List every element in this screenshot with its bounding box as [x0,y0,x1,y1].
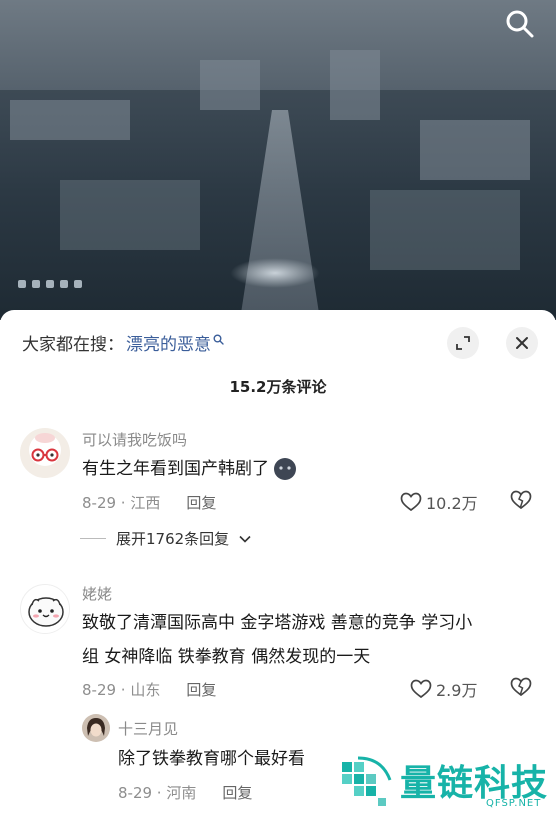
expand-replies[interactable]: 展开1762条回复 [80,528,251,549]
comment-meta: 8-29 · 江西 回复 [82,492,216,513]
heart-icon [400,492,422,512]
dislike-button[interactable] [510,677,532,701]
comment-date-location: 8-29 · 江西 [82,494,161,512]
divider-line [80,538,106,539]
reply-button[interactable]: 回复 [186,679,216,700]
video-building [10,100,130,140]
video-road [240,110,320,320]
expand-button[interactable] [447,327,479,359]
close-icon [516,337,528,349]
emoji-icon [274,458,296,480]
comment-sheet: 大家都在搜： 漂亮的恶意 15.2万条评论 [0,310,556,817]
comment-text-line-2: 组 女神降临 铁拳教育 偶然发现的一天 [82,647,371,667]
like-count: 10.2万 [426,494,478,513]
comment-text-content: 有生之年看到国产韩剧了 [82,459,269,479]
video-building [200,60,260,110]
video-building [330,50,380,120]
username[interactable]: 可以请我吃饭吗 [82,429,187,450]
video-sky [0,0,556,90]
video-progress [18,280,82,288]
avatar[interactable] [82,714,110,742]
like-count: 2.9万 [436,681,478,700]
close-button[interactable] [506,327,538,359]
reply-button[interactable]: 回复 [222,782,252,803]
watermark: 量链科技 QFSP.NET [334,752,556,817]
video-player[interactable] [0,0,556,320]
video-building [370,190,520,270]
small-search-icon [213,334,224,345]
search-button[interactable] [504,8,536,40]
chevron-down-icon [239,535,251,543]
comment-count: 15.2万条评论 [229,378,327,396]
expand-icon [456,336,470,350]
heart-icon [410,679,432,699]
comment-date-location: 8-29 · 山东 [82,681,161,699]
username[interactable]: 姥姥 [82,583,112,604]
search-suggestion[interactable]: 大家都在搜： 漂亮的恶意 [22,330,224,355]
broken-heart-icon [510,677,532,697]
comment-date-location: 8-29 · 河南 [118,784,197,802]
watermark-site: QFSP.NET [486,798,542,809]
comment-text: 有生之年看到国产韩剧了 [82,452,297,486]
broken-heart-icon [510,490,532,510]
comment-text: 除了铁拳教育哪个最好看 [118,749,305,769]
video-building [420,120,530,180]
video-building [60,180,200,250]
like-button[interactable]: 2.9万 [410,677,477,701]
like-button[interactable]: 10.2万 [400,490,478,514]
suggestion-keyword[interactable]: 漂亮的恶意 [126,330,211,355]
expand-replies-label: 展开1762条回复 [116,530,230,548]
username[interactable]: 十三月见 [118,718,178,739]
watermark-logo-icon [342,756,392,806]
comment-meta: 8-29 · 河南 回复 [118,782,252,803]
suggestion-prefix: 大家都在搜： [22,335,124,355]
video-light [230,258,320,288]
comment-meta: 8-29 · 山东 回复 [82,679,216,700]
dislike-button[interactable] [510,490,532,514]
search-icon [506,10,534,38]
avatar[interactable] [20,428,70,478]
reply-button[interactable]: 回复 [186,492,216,513]
comment-text-line-1: 致敬了清潭国际高中 金字塔游戏 善意的竞争 学习小 [82,613,473,633]
avatar[interactable] [20,584,70,634]
